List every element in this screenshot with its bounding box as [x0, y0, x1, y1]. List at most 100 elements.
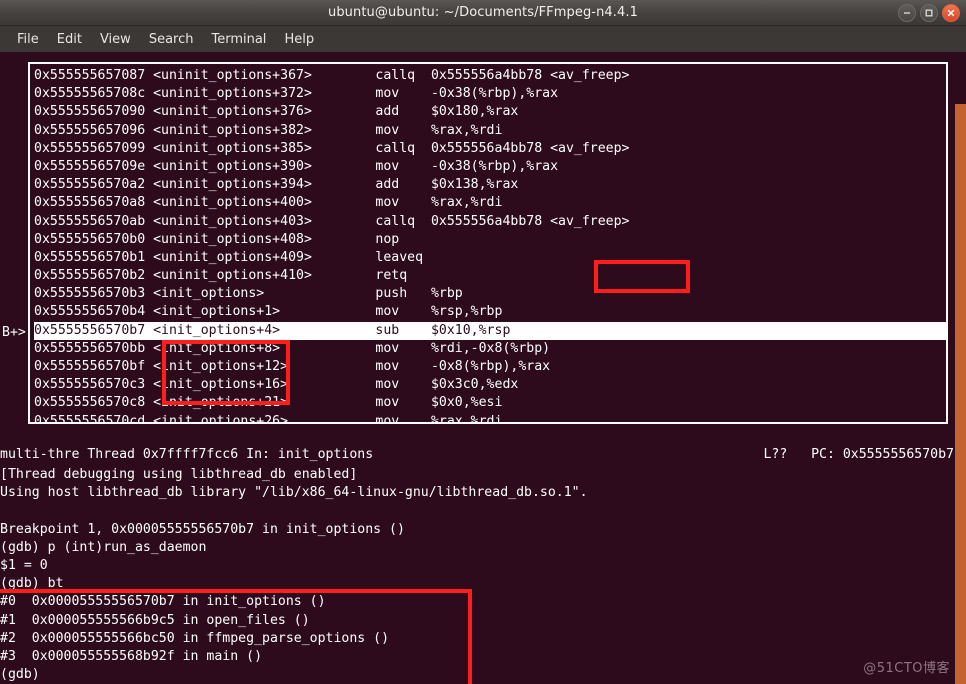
instruction-address: 0x555555657090 [34, 104, 154, 120]
menu-item-view[interactable]: View [91, 30, 140, 49]
instruction-mnemonic: mov [375, 122, 431, 138]
close-icon [947, 9, 955, 17]
menu-item-terminal[interactable]: Terminal [202, 30, 275, 49]
watermark: @51CTO博客 [863, 660, 950, 676]
instruction-mnemonic: add [375, 177, 431, 193]
menu-item-edit[interactable]: Edit [48, 30, 91, 49]
menu-item-help[interactable]: Help [275, 30, 323, 49]
console-line: (gdb) [0, 667, 40, 683]
instruction-operands: 0x555556a4bb78 <av_freep> [430, 213, 630, 229]
maximize-button[interactable] [920, 4, 938, 22]
instruction-address: 0x5555556570b2 [34, 268, 154, 284]
instruction-operands: -0x8(%rbp),%rax [430, 359, 551, 374]
instruction-operands: %rax,%rdi [430, 413, 503, 424]
instruction-address: 0x5555556570bf [34, 359, 154, 374]
instruction-symbol: <init_options+4> [153, 322, 376, 338]
instruction-operands: -0x38(%rbp),%rax [430, 86, 559, 102]
console-line: #0 0x00005555556570b7 in init_options () [0, 594, 326, 610]
instruction-symbol: <uninit_options+390> [153, 158, 376, 174]
instruction-mnemonic: nop [375, 231, 431, 247]
menu-item-file[interactable]: File [8, 30, 48, 49]
disassembly-row: 0x5555556570bb <init_options+8> mov %rdi… [34, 340, 946, 358]
window-controls [898, 4, 960, 22]
instruction-symbol: <uninit_options+408> [153, 231, 376, 247]
instruction-operands: $0x180,%rax [430, 104, 519, 120]
scrollbar-thumb[interactable] [955, 104, 966, 684]
instruction-address: 0x5555556570c3 [34, 377, 154, 393]
instruction-symbol: <init_options+21> [153, 395, 376, 411]
instruction-address: 0x5555556570ab [34, 213, 154, 229]
disassembly-row: 0x5555556570bf <init_options+12> mov -0x… [34, 358, 946, 376]
instruction-symbol: <init_options> [153, 286, 376, 302]
instruction-symbol: <init_options+1> [153, 304, 376, 320]
instruction-symbol: <uninit_options+394> [153, 177, 376, 193]
instruction-operands: %rax,%rdi [430, 195, 503, 211]
instruction-address: 0x5555556570b4 [34, 304, 154, 320]
instruction-symbol: <init_options+16> [153, 377, 376, 393]
title-bar[interactable]: ubuntu@ubuntu: ~/Documents/FFmpeg-n4.4.1 [0, 0, 966, 26]
instruction-mnemonic: callq [375, 68, 431, 83]
disassembly-row: 0x5555556570ab <uninit_options+403> call… [34, 213, 946, 231]
instruction-address: 0x555555657087 [34, 68, 154, 83]
instruction-address: 0x5555556570b3 [34, 286, 154, 302]
scrollbar-track[interactable] [955, 52, 966, 684]
instruction-operands: $0x10,%rsp [430, 322, 511, 338]
maximize-icon [925, 9, 933, 17]
instruction-operands: $0x0,%esi [430, 395, 503, 411]
instruction-mnemonic: mov [375, 377, 431, 393]
instruction-mnemonic: mov [375, 359, 431, 374]
close-button[interactable] [942, 4, 960, 22]
instruction-address: 0x5555556570b1 [34, 249, 154, 265]
console-line: Using host libthread_db library "/lib/x8… [0, 485, 588, 501]
disassembly-rows: 0x555555657087 <uninit_options+367> call… [34, 67, 946, 424]
terminal-window: ubuntu@ubuntu: ~/Documents/FFmpeg-n4.4.1… [0, 0, 966, 684]
disassembly-row: 0x5555556570b7 <init_options+4> sub $0x1… [34, 321, 946, 340]
instruction-symbol: <uninit_options+367> [153, 68, 376, 83]
instruction-symbol: <init_options+12> [153, 359, 376, 374]
menu-bar: File Edit View Search Terminal Help [0, 26, 966, 52]
disassembly-row: 0x555555657099 <uninit_options+385> call… [34, 140, 946, 158]
instruction-address: 0x555555657096 [34, 122, 154, 138]
instruction-symbol: <uninit_options+382> [153, 122, 376, 138]
terminal-content[interactable]: B+> 0x555555657087 <uninit_options+367> … [0, 52, 966, 684]
instruction-mnemonic: mov [375, 395, 431, 411]
disassembly-row: 0x55555565708c <uninit_options+372> mov … [34, 85, 946, 103]
instruction-symbol: <uninit_options+409> [153, 249, 376, 265]
instruction-address: 0x5555556570a8 [34, 195, 154, 211]
gdb-status-right: L?? PC: 0x5555556570b7 [763, 447, 954, 462]
minimize-button[interactable] [898, 4, 916, 22]
console-line: $1 = 0 [0, 557, 48, 573]
instruction-operands: $0x3c0,%edx [430, 377, 519, 393]
instruction-mnemonic: mov [375, 413, 431, 424]
instruction-mnemonic: callq [375, 213, 431, 229]
instruction-symbol: <uninit_options+410> [153, 268, 376, 284]
instruction-symbol: <uninit_options+376> [153, 104, 376, 120]
instruction-address: 0x5555556570c8 [34, 395, 154, 411]
instruction-symbol: <uninit_options+403> [153, 213, 376, 229]
instruction-address: 0x5555556570b0 [34, 231, 154, 247]
disassembly-row: 0x5555556570c3 <init_options+16> mov $0x… [34, 376, 946, 394]
instruction-address: 0x555555657099 [34, 140, 154, 156]
disassembly-row: 0x555555657087 <uninit_options+367> call… [34, 67, 946, 85]
instruction-mnemonic: sub [375, 322, 431, 338]
instruction-mnemonic: mov [375, 86, 431, 102]
instruction-mnemonic: mov [375, 195, 431, 211]
disassembly-row: 0x5555556570b3 <init_options> push %rbp [34, 285, 946, 303]
breakpoint-marker: B+> [2, 325, 26, 340]
menu-item-search[interactable]: Search [140, 30, 203, 49]
instruction-operands: 0x555556a4bb78 <av_freep> [430, 140, 630, 156]
instruction-operands: 0x555556a4bb78 <av_freep> [430, 68, 630, 83]
disassembly-row: 0x5555556570cd <init_options+26> mov %ra… [34, 413, 946, 424]
console-line: Breakpoint 1, 0x00005555556570b7 in init… [0, 521, 405, 537]
instruction-symbol: <init_options+8> [153, 340, 376, 356]
console-line: (gdb) bt [0, 576, 64, 592]
instruction-operands: %rsp,%rbp [430, 304, 503, 320]
disassembly-row: 0x555555657090 <uninit_options+376> add … [34, 103, 946, 121]
instruction-operands: %rbp [430, 286, 463, 302]
instruction-operands: $0x138,%rax [430, 177, 519, 193]
instruction-mnemonic: mov [375, 304, 431, 320]
disassembly-row: 0x555555657096 <uninit_options+382> mov … [34, 122, 946, 140]
gdb-console[interactable]: [Thread debugging using libthread_db ena… [0, 466, 955, 684]
instruction-symbol: <uninit_options+372> [153, 86, 376, 102]
